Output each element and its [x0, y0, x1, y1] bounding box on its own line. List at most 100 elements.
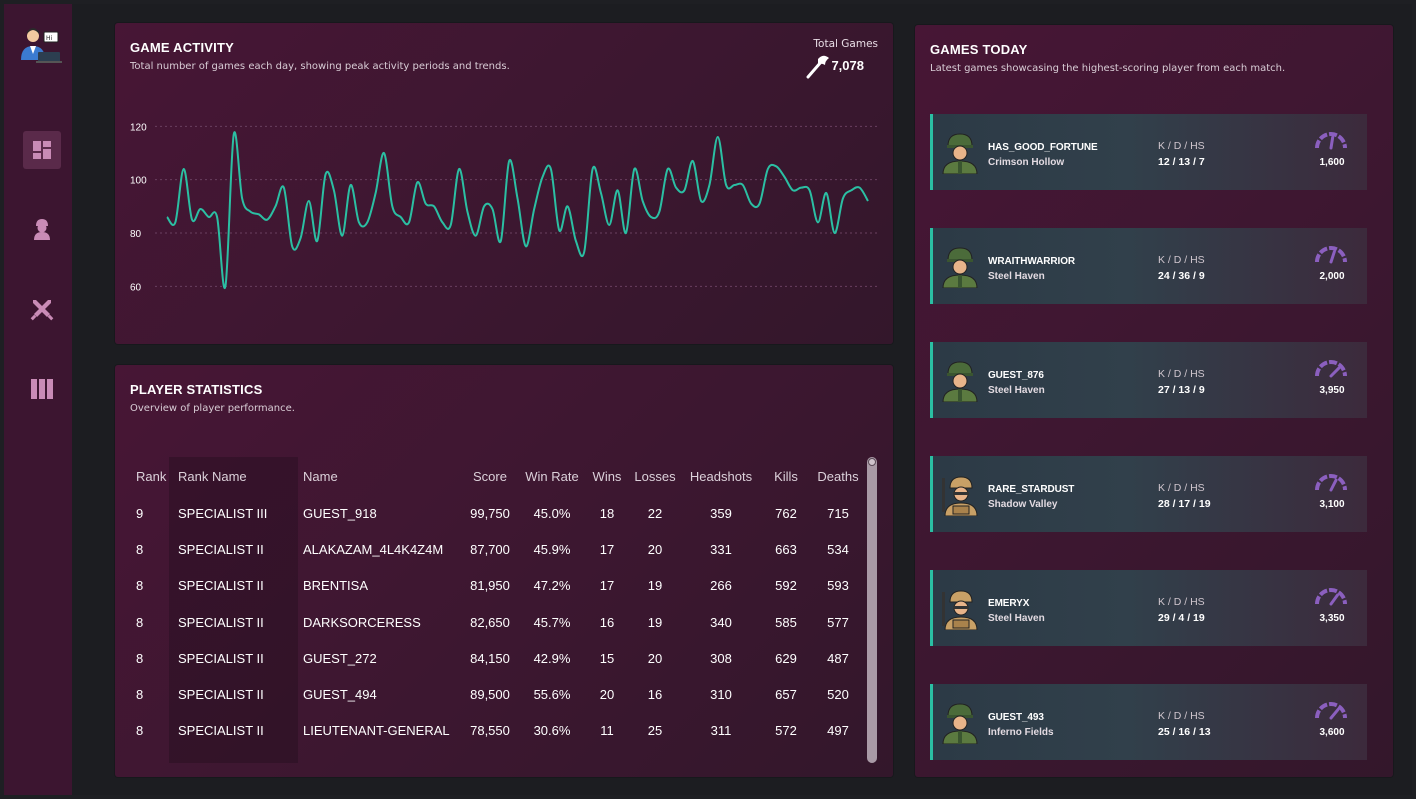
table-scrollbar[interactable] — [867, 457, 877, 763]
series-line — [166, 131, 869, 290]
dashboard-icon — [33, 141, 51, 159]
table-cell: 45.9% — [533, 541, 571, 557]
nav-leaderboard[interactable] — [23, 370, 61, 408]
table-cell: 572 — [775, 723, 797, 739]
column-header[interactable]: Name — [303, 457, 461, 495]
scrollbar-knob[interactable] — [868, 458, 876, 466]
panel-subtitle: Latest games showcasing the highest-scor… — [930, 63, 1286, 74]
column-header[interactable]: Kills — [761, 457, 811, 495]
table-cell: 45.7% — [533, 614, 571, 630]
kdh-label: K / D / HS — [1158, 482, 1205, 494]
map-name: Steel Haven — [988, 613, 1045, 624]
table-cell: 42.9% — [533, 650, 571, 666]
table-cell: ALAKAZAM_4L4K4Z4M — [303, 541, 444, 557]
user-laptop-icon[interactable]: Hi — [18, 24, 62, 64]
kdh-label: K / D / HS — [1158, 368, 1205, 380]
column-header[interactable]: Wins — [585, 457, 629, 495]
column-header[interactable]: Deaths — [811, 457, 865, 495]
column-header[interactable]: Rank — [133, 457, 178, 495]
speedometer-icon — [1314, 128, 1348, 156]
table-cell: 8 — [136, 614, 144, 630]
table-cell: 310 — [710, 687, 732, 703]
speedometer-icon — [1314, 584, 1348, 612]
column-header[interactable]: Rank Name — [178, 457, 303, 495]
y-tick-label: 80 — [130, 229, 142, 240]
map-name: Inferno Fields — [988, 727, 1054, 738]
table-cell: 78,550 — [470, 723, 510, 739]
table-cell: 30.6% — [533, 723, 571, 739]
kdh-label: K / D / HS — [1158, 140, 1205, 152]
table-cell: GUEST_918 — [303, 505, 377, 521]
table-cell: 81,950 — [470, 578, 510, 594]
table-cell: 18 — [599, 505, 615, 521]
table-row[interactable]: 8 SPECIALIST II BRENTISA 81,950 47.2% 17 19 266… — [133, 568, 865, 604]
table-cell: LIEUTENANT-GENERAL — [303, 723, 450, 739]
score-value: 3,350 — [1319, 613, 1345, 624]
speedometer-icon — [1314, 356, 1348, 384]
table-cell: SPECIALIST II — [178, 723, 264, 739]
table-cell: SPECIALIST II — [178, 687, 264, 703]
column-header[interactable]: Win Rate — [519, 457, 585, 495]
table-cell: 534 — [827, 541, 849, 557]
column-header[interactable]: Headshots — [681, 457, 761, 495]
game-card[interactable]: GUEST_493 Inferno Fields K / D / HS 25 / 16… — [930, 684, 1367, 760]
column-header[interactable]: Score — [461, 457, 519, 495]
table-cell: 487 — [827, 650, 849, 666]
soldier-icon — [34, 219, 50, 240]
player-name: GUEST_876 — [988, 370, 1044, 381]
table-row[interactable]: 8 SPECIALIST II GUEST_494 89,500 55.6% 20 16 31… — [133, 676, 865, 712]
table-cell: 55.6% — [533, 687, 571, 703]
table-cell: 15 — [599, 650, 615, 666]
soldier-rifle-icon — [939, 586, 981, 631]
table-cell: SPECIALIST II — [178, 650, 264, 666]
table-row[interactable]: 9 SPECIALIST III GUEST_918 99,750 45.0% 18 22 3… — [133, 495, 865, 531]
soldier-helmet-icon — [939, 130, 981, 175]
game-card[interactable]: RARE_STARDUST Shadow Valley K / D / HS 28 /… — [930, 456, 1367, 532]
table-cell: 497 — [827, 723, 849, 739]
table-cell: 19 — [647, 614, 663, 630]
score-value: 3,600 — [1319, 727, 1345, 738]
table-cell: 17 — [599, 541, 615, 557]
table-cell: 663 — [775, 541, 797, 557]
table-row[interactable]: 8 SPECIALIST II LIEUTENANT-GENERAL 78,550 30… — [133, 713, 865, 749]
panel-title: PLAYER STATISTICS — [130, 382, 263, 397]
table-cell: 11 — [600, 723, 614, 739]
table-cell: 8 — [136, 723, 144, 739]
kdh-stats: 12 / 13 / 7 — [1158, 156, 1205, 168]
speedometer-icon — [1314, 470, 1348, 498]
nav-matches[interactable] — [23, 290, 61, 328]
table-cell: 8 — [136, 578, 144, 594]
table-cell: 629 — [775, 650, 797, 666]
table-cell: 99,750 — [470, 505, 510, 521]
table-row[interactable]: 8 SPECIALIST II GUEST_272 84,150 42.9% 15 20 30… — [133, 640, 865, 676]
table-cell: 8 — [136, 541, 144, 557]
table-cell: 89,500 — [470, 687, 510, 703]
kdh-stats: 29 / 4 / 19 — [1158, 612, 1205, 624]
table-cell: 331 — [710, 541, 732, 557]
table-cell: 87,700 — [470, 541, 510, 557]
game-card[interactable]: WRAITHWARRIOR Steel Haven K / D / HS 24 / 3… — [930, 228, 1367, 304]
player-name: WRAITHWARRIOR — [988, 256, 1076, 267]
table-cell: 47.2% — [533, 578, 571, 594]
table-cell: 593 — [827, 578, 849, 594]
game-card[interactable]: HAS_GOOD_FORTUNE Crimson Hollow K / D / HS… — [930, 114, 1367, 190]
table-cell: 16 — [599, 614, 615, 630]
column-header[interactable]: Losses — [629, 457, 681, 495]
table-cell: 359 — [710, 505, 732, 521]
svg-text:Hi: Hi — [46, 35, 53, 42]
table-cell: 715 — [827, 505, 849, 521]
nav-players[interactable] — [23, 210, 61, 248]
game-card[interactable]: EMERYX Steel Haven K / D / HS 29 / 4 / 19 3,… — [930, 570, 1367, 646]
score-value: 1,600 — [1319, 157, 1345, 168]
table-row[interactable]: 8 SPECIALIST II ALAKAZAM_4L4K4Z4M 87,700 45.… — [133, 531, 865, 567]
nav-dashboard[interactable] — [23, 131, 61, 169]
table-cell: 340 — [710, 614, 732, 630]
table-row[interactable]: 8 SPECIALIST II DARKSORCERESS 82,650 45.7% 16… — [133, 604, 865, 640]
table-cell: 84,150 — [470, 650, 510, 666]
panel-title: GAMES TODAY — [930, 42, 1028, 57]
score-value: 2,000 — [1319, 271, 1345, 282]
player-name: HAS_GOOD_FORTUNE — [988, 142, 1098, 153]
kdh-stats: 28 / 17 / 19 — [1158, 498, 1211, 510]
game-card[interactable]: GUEST_876 Steel Haven K / D / HS 27 / 13 / … — [930, 342, 1367, 418]
table-cell: 45.0% — [533, 505, 571, 521]
